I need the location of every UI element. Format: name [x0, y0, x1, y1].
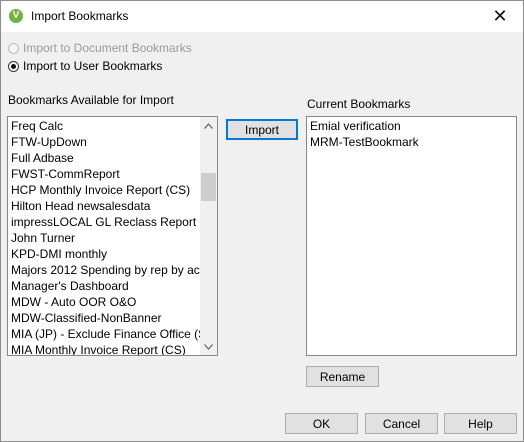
- close-icon[interactable]: ✕: [477, 1, 523, 32]
- list-item[interactable]: MDW - Auto OOR O&O: [8, 294, 201, 310]
- import-bookmarks-dialog: V Import Bookmarks ✕ Import to Document …: [0, 0, 524, 442]
- available-bookmarks-label: Bookmarks Available for Import: [8, 93, 174, 107]
- radio-selected-dot: [11, 63, 16, 69]
- scrollbar-thumb[interactable]: [201, 173, 216, 201]
- current-bookmarks-label: Current Bookmarks: [307, 97, 411, 111]
- radio-button-document[interactable]: [8, 42, 19, 54]
- radio-label-user: Import to User Bookmarks: [23, 59, 163, 73]
- list-item[interactable]: FTW-UpDown: [8, 134, 201, 150]
- list-item[interactable]: Freq Calc: [8, 118, 201, 134]
- radio-button-user[interactable]: [8, 60, 19, 72]
- list-item[interactable]: Full Adbase: [8, 150, 201, 166]
- window-title: Import Bookmarks: [31, 9, 129, 23]
- qlikview-logo-icon: V: [9, 9, 23, 23]
- chevron-up-icon[interactable]: [200, 117, 217, 134]
- list-item[interactable]: Hilton Head newsalesdata: [8, 198, 201, 214]
- list-item[interactable]: John Turner: [8, 230, 201, 246]
- import-button[interactable]: Import: [226, 119, 298, 140]
- current-bookmarks-list[interactable]: Emial verification MRM-TestBookmark: [306, 116, 517, 356]
- list-item[interactable]: FWST-CommReport: [8, 166, 201, 182]
- list-item[interactable]: KPD-DMI monthly: [8, 246, 201, 262]
- app-icon-glyph: V: [12, 10, 20, 21]
- available-items-container: Freq Calc FTW-UpDown Full Adbase FWST-CommR…: [8, 118, 201, 355]
- list-item[interactable]: Emial verification: [307, 118, 512, 134]
- list-item[interactable]: impressLOCAL GL Reclass Report: [8, 214, 201, 230]
- ok-button[interactable]: OK: [285, 413, 358, 434]
- radio-import-user-bookmarks[interactable]: Import to User Bookmarks: [8, 59, 162, 73]
- help-button[interactable]: Help: [444, 413, 517, 434]
- list-item[interactable]: MIA Monthly Invoice Report (CS): [8, 342, 201, 355]
- available-list-scrollbar[interactable]: [200, 117, 217, 355]
- list-item[interactable]: MRM-TestBookmark: [307, 134, 512, 150]
- available-bookmarks-list[interactable]: Freq Calc FTW-UpDown Full Adbase FWST-CommR…: [7, 116, 218, 356]
- list-item[interactable]: Manager's Dashboard: [8, 278, 201, 294]
- current-items-container: Emial verification MRM-TestBookmark: [307, 118, 512, 150]
- title-bar: V Import Bookmarks ✕: [1, 1, 523, 32]
- chevron-down-icon[interactable]: [200, 338, 217, 355]
- list-item[interactable]: MDW-Classified-NonBanner: [8, 310, 201, 326]
- list-item[interactable]: Majors 2012 Spending by rep by acct: [8, 262, 201, 278]
- cancel-button[interactable]: Cancel: [365, 413, 438, 434]
- radio-import-document-bookmarks[interactable]: Import to Document Bookmarks: [8, 41, 192, 55]
- list-item[interactable]: HCP Monthly Invoice Report (CS): [8, 182, 201, 198]
- radio-label-document: Import to Document Bookmarks: [23, 41, 192, 55]
- rename-button[interactable]: Rename: [306, 366, 379, 387]
- list-item[interactable]: MIA (JP) - Exclude Finance Office (SIsF:: [8, 326, 201, 342]
